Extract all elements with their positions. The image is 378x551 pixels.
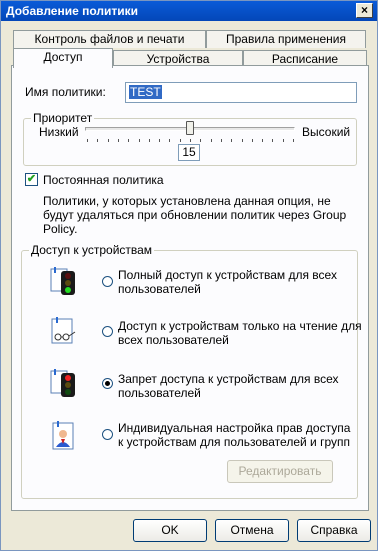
slider-tick xyxy=(200,139,202,142)
option-line: пользователей xyxy=(118,386,201,400)
slider-tick xyxy=(293,139,294,142)
option-line: пользователей xyxy=(118,282,201,296)
read-only-radio[interactable] xyxy=(102,326,113,337)
priority-slider-thumb[interactable] xyxy=(186,121,194,135)
cancel-button[interactable]: Отмена xyxy=(215,519,289,542)
title-bar: Добавление политики × xyxy=(1,1,377,21)
close-button[interactable]: × xyxy=(356,3,373,18)
tab-label: Доступ xyxy=(43,50,83,64)
full-access-radio[interactable] xyxy=(102,276,113,287)
green-traffic-light-icon xyxy=(49,265,79,297)
window-title: Добавление политики xyxy=(6,4,139,18)
slider-tick xyxy=(251,139,253,142)
tab-label: Контроль файлов и печати xyxy=(34,32,185,46)
help-button[interactable]: Справка xyxy=(297,519,371,542)
priority-low-label: Низкий xyxy=(39,125,79,139)
option-line: к устройствам для пользователей и групп xyxy=(118,435,350,449)
policy-name-label: Имя политики: xyxy=(25,85,106,99)
device-access-title: Доступ к устройствам xyxy=(29,243,155,257)
edit-button[interactable]: Редактировать xyxy=(227,460,333,483)
close-icon: × xyxy=(360,3,368,17)
slider-tick xyxy=(241,139,243,142)
slider-tick xyxy=(128,139,130,142)
slider-tick xyxy=(148,139,150,142)
priority-title: Приоритет xyxy=(31,111,95,125)
deny-access-radio[interactable] xyxy=(102,378,113,389)
slider-tick xyxy=(231,139,233,142)
checkmark-icon: ✔ xyxy=(26,173,37,185)
option-line: Индивидуальная настройка прав доступа xyxy=(118,421,351,435)
deny-access-label[interactable]: Запрет доступа к устройствам для всех пол… xyxy=(118,372,339,400)
option-line: Доступ к устройствам только на чтение дл… xyxy=(118,319,362,333)
dialog-window: Добавление политики × Контроль файлов и … xyxy=(0,0,378,551)
policy-name-value: TEST xyxy=(129,85,162,99)
slider-tick xyxy=(190,139,191,142)
tab-label: Расписание xyxy=(271,52,339,66)
option-line: Полный доступ к устройствам для всех xyxy=(118,268,337,282)
red-traffic-light-icon xyxy=(49,367,79,399)
permanent-policy-description: Политики, у которых установлена данная о… xyxy=(43,194,347,236)
tab-apply-rules[interactable]: Правила применения xyxy=(206,30,366,48)
priority-high-label: Высокий xyxy=(302,125,351,139)
read-only-label[interactable]: Доступ к устройствам только на чтение дл… xyxy=(118,319,362,347)
slider-tick xyxy=(272,139,274,142)
tab-label: Правила применения xyxy=(226,32,346,46)
slider-tick xyxy=(97,139,99,142)
tab-label: Устройства xyxy=(146,52,210,66)
slider-tick xyxy=(179,139,181,142)
slider-tick xyxy=(159,139,161,142)
read-only-glasses-icon xyxy=(49,315,79,347)
priority-value[interactable]: 15 xyxy=(178,144,200,161)
option-line: всех пользователей xyxy=(118,333,229,347)
option-line: Запрет доступа к устройствам для всех xyxy=(118,372,339,386)
ok-button[interactable]: OK xyxy=(133,519,207,542)
slider-tick xyxy=(262,139,264,142)
tab-access[interactable]: Доступ xyxy=(13,48,113,68)
slider-tick xyxy=(107,139,109,142)
permanent-policy-checkbox[interactable]: ✔ xyxy=(25,173,38,186)
slider-tick xyxy=(210,139,212,142)
full-access-label[interactable]: Полный доступ к устройствам для всех поль… xyxy=(118,268,337,296)
slider-tick xyxy=(169,139,171,142)
policy-name-input[interactable]: TEST xyxy=(125,82,357,103)
slider-tick xyxy=(220,139,222,142)
individual-settings-label[interactable]: Индивидуальная настройка прав доступа к у… xyxy=(118,421,350,449)
individual-settings-radio[interactable] xyxy=(102,429,113,440)
slider-tick xyxy=(138,139,140,142)
tab-file-print-control[interactable]: Контроль файлов и печати xyxy=(13,30,206,48)
user-card-icon xyxy=(49,419,79,451)
slider-tick xyxy=(117,139,119,142)
slider-tick xyxy=(87,139,88,142)
permanent-policy-label: Постоянная политика xyxy=(43,173,164,187)
slider-tick xyxy=(282,139,284,142)
